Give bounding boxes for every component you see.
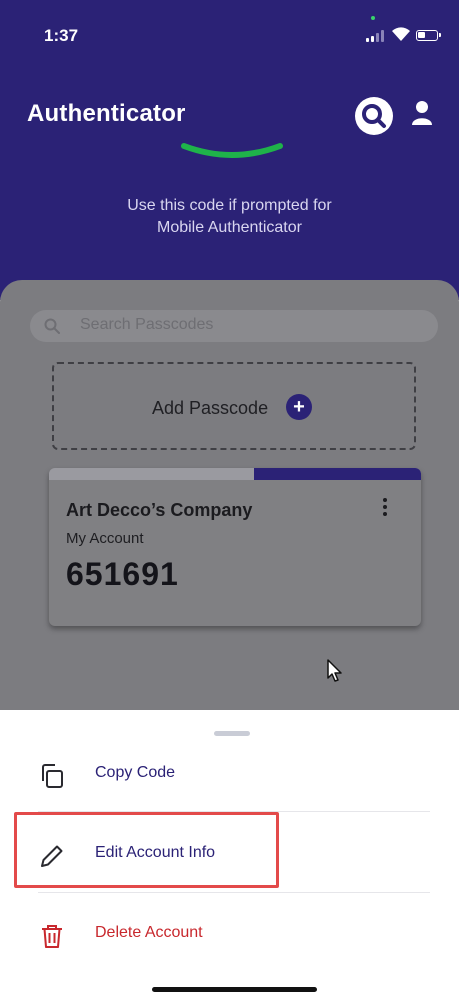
add-passcode-button[interactable]: Add Passcode +: [52, 362, 416, 450]
status-time: 1:37: [44, 26, 79, 45]
code-expiry-progress-fill: [253, 468, 421, 480]
code-timer-arc: [181, 143, 283, 158]
copy-code-option[interactable]: Copy Code: [0, 740, 459, 812]
privacy-dot-indicator: [371, 16, 375, 20]
delete-account-label: Delete Account: [95, 924, 203, 941]
highlight-annotation-box: [14, 812, 279, 888]
prompt-text-line-1: Use this code if prompted for: [127, 197, 332, 214]
more-options-icon[interactable]: [379, 498, 391, 519]
trash-icon: [42, 925, 62, 948]
home-indicator[interactable]: [152, 987, 317, 992]
add-passcode-label: Add Passcode: [152, 398, 269, 418]
code-expiry-progress: [49, 468, 421, 480]
profile-icon[interactable]: [411, 100, 433, 126]
wifi-icon: [392, 27, 410, 41]
copy-icon: [42, 764, 63, 788]
passcode-card[interactable]: Art Decco’s Company My Account 651691: [49, 468, 421, 626]
company-name: Art Decco’s Company: [66, 500, 253, 520]
delete-account-option[interactable]: Delete Account: [0, 900, 459, 972]
app-title: Authenticator: [27, 100, 186, 127]
passcode-list-overlay: Search Passcodes Add Passcode + Art Decc…: [0, 280, 459, 710]
search-placeholder: Search Passcodes: [80, 316, 214, 333]
battery-icon: [416, 30, 441, 41]
sheet-grabber[interactable]: [214, 731, 250, 736]
account-name: My Account: [66, 530, 144, 547]
copy-code-label: Copy Code: [95, 764, 176, 781]
divider: [38, 892, 430, 893]
cellular-signal-icon: [366, 30, 384, 42]
app-header: 1:37 Authenticator Use this code if prom…: [0, 0, 459, 300]
search-field-icon: [44, 318, 60, 334]
search-icon[interactable]: [354, 96, 394, 136]
prompt-text-line-2: Mobile Authenticator: [157, 219, 302, 236]
mouse-cursor-icon: [327, 659, 342, 682]
plus-icon: +: [286, 394, 312, 420]
search-passcodes-field[interactable]: Search Passcodes: [30, 310, 438, 342]
passcode-value: 651691: [66, 556, 179, 592]
